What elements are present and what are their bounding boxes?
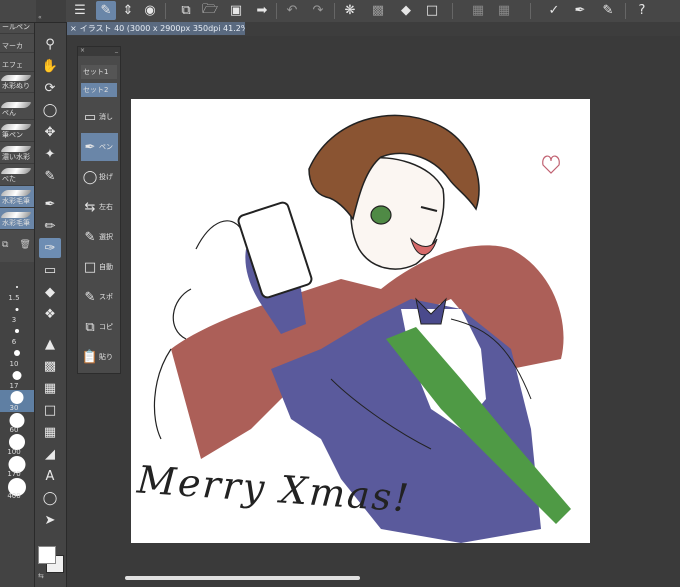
brush-item-selected[interactable]: 水彩毛筆: [0, 186, 34, 208]
eyedropper-icon[interactable]: ✎: [39, 166, 61, 186]
paste-icon: 📋: [81, 349, 99, 365]
frame-tool-icon[interactable]: ▦: [39, 422, 61, 442]
zoom-icon[interactable]: ⚲: [39, 34, 61, 54]
brush-item[interactable]: 水彩毛筆: [0, 208, 34, 230]
pen-tool-icon[interactable]: ✒: [39, 194, 61, 214]
size-item[interactable]: 1.5: [0, 280, 34, 302]
ruler-tool-icon[interactable]: ◢: [39, 444, 61, 464]
ruler-alt-icon[interactable]: ▦: [494, 1, 514, 20]
size-item[interactable]: 10: [0, 346, 34, 368]
tool-column: ⚲ ✋ ⟳ ◯ ✥ ✦ ✎ ✒ ✏ ✑ ▭ ◆ ❖ ▲ ▩ ▦ □ ▦ ◢ A …: [35, 22, 67, 587]
balloon-tool-icon[interactable]: ◯: [39, 488, 61, 508]
subtool-item[interactable]: ✎ スポ: [81, 283, 118, 311]
brush-size-panel: 1.5 3 6 10 17 30 60 100 170 400: [0, 262, 35, 587]
eraser-icon: ▭: [83, 109, 97, 125]
sub-tool-palette: × _ セット1 セット2 ▭ 消し ✒ ペン ◯ 投げ ⇆ 左右 ✎ 選択 □ 自動 ✎ ス…: [77, 46, 121, 374]
rectangle-tool-icon[interactable]: □: [39, 400, 61, 420]
size-item[interactable]: 170: [0, 456, 34, 478]
redo-icon[interactable]: ↷: [308, 1, 328, 20]
undo-icon[interactable]: ↶: [282, 1, 302, 20]
palette-header: × _: [78, 46, 120, 56]
lasso-select-icon[interactable]: ◯: [39, 100, 61, 120]
correct-line-icon[interactable]: ➤: [39, 510, 61, 530]
subtool-item[interactable]: □ 自動: [81, 253, 118, 281]
brush-item[interactable]: 筆ペン: [0, 120, 34, 142]
pattern-icon[interactable]: ▩: [39, 356, 61, 376]
size-item[interactable]: 60: [0, 412, 34, 434]
document-tab[interactable]: × イラスト 40 (3000 x 2900px 350dpi 41.2%): [67, 22, 245, 35]
brush-item[interactable]: エフェ: [0, 50, 34, 72]
brush-item[interactable]: ペん: [0, 98, 34, 120]
document-title: イラスト 40 (3000 x 2900px 350dpi 41.2%): [79, 24, 245, 33]
ruler-icon[interactable]: ▦: [468, 1, 488, 20]
transform-icon[interactable]: □: [422, 1, 442, 20]
size-item[interactable]: 3: [0, 302, 34, 324]
size-item-selected[interactable]: 30: [0, 390, 34, 412]
canvas-edit-icon[interactable]: ✎: [96, 1, 116, 20]
flip-icon: ⇆: [84, 199, 96, 215]
copy-brush-icon[interactable]: ⧉: [2, 240, 8, 250]
move-icon[interactable]: ✥: [39, 122, 61, 142]
eraser-settings-icon[interactable]: ✎: [598, 1, 618, 20]
collapse-icon[interactable]: «: [38, 14, 42, 21]
set-tab-selected[interactable]: セット2: [81, 83, 117, 97]
subtool-item[interactable]: ▭ 消し: [81, 103, 118, 131]
rotate-view-icon[interactable]: ⟳: [39, 78, 61, 98]
stabilizer-icon[interactable]: ✓: [544, 1, 564, 20]
delete-brush-icon[interactable]: 🗑: [19, 240, 30, 250]
select-pen-icon: ✎: [84, 229, 96, 245]
eyedropper-icon: ✎: [84, 289, 96, 305]
water-drop-icon[interactable]: ❖: [39, 304, 61, 324]
top-toolbar: ☰ ✎ ⇕ ◉ ⧉ 🗁 ▣ ➡ ↶ ↷ ❋ ▩ ◆ □ ▦ ▦ ✓ ✒ ✎ ? …: [0, 0, 680, 23]
drawing-canvas[interactable]: Merry Xmas!: [131, 99, 590, 543]
open-folder-icon[interactable]: 🗁: [200, 1, 220, 20]
brush-panel-actions: ⧉ 🗑: [2, 240, 31, 250]
size-item[interactable]: 100: [0, 434, 34, 456]
new-file-icon[interactable]: ⧉: [176, 1, 196, 20]
text-tool-icon[interactable]: A: [39, 466, 61, 486]
home-indicator: [125, 576, 360, 580]
close-palette-icon[interactable]: ×: [80, 47, 85, 54]
pencil-tool-icon[interactable]: ✏: [39, 216, 61, 236]
foreground-color-swatch[interactable]: [38, 546, 56, 564]
brush-item[interactable]: 濃い水彩: [0, 142, 34, 164]
hand-icon[interactable]: ✋: [39, 56, 61, 76]
brush-item[interactable]: 水彩ぬり: [0, 71, 34, 93]
snap-icon[interactable]: ▩: [368, 1, 388, 20]
pen-icon: ✒: [84, 139, 96, 155]
eraser-tool-icon[interactable]: ▭: [39, 260, 61, 280]
gradient-tool-icon[interactable]: ▦: [39, 378, 61, 398]
brush-tool-icon[interactable]: ✑: [39, 238, 61, 258]
export-icon[interactable]: ➡: [252, 1, 272, 20]
chevrons-icon[interactable]: ⇕: [118, 1, 138, 20]
brush-item[interactable]: べた: [0, 164, 34, 186]
subtool-item-selected[interactable]: ✒ ペン: [81, 133, 118, 161]
help-icon[interactable]: ?: [632, 1, 652, 20]
menu-icon[interactable]: ☰: [70, 1, 90, 20]
copy-icon: ⧉: [85, 319, 95, 335]
subtool-item[interactable]: ◯ 投げ: [81, 163, 118, 191]
size-item[interactable]: 17: [0, 368, 34, 390]
save-icon[interactable]: ▣: [226, 1, 246, 20]
lasso-icon: ◯: [82, 169, 98, 185]
subtool-item[interactable]: ⇆ 左右: [81, 193, 118, 221]
subtool-item[interactable]: ✎ 選択: [81, 223, 118, 251]
magic-wand-icon[interactable]: ✦: [39, 144, 61, 164]
minimize-palette-icon[interactable]: _: [115, 46, 118, 53]
swap-colors-icon[interactable]: ⇆: [38, 572, 44, 580]
blend-tool-icon[interactable]: ◆: [39, 282, 61, 302]
subtool-item[interactable]: ⧉ コピ: [81, 313, 118, 341]
loading-icon[interactable]: ❋: [340, 1, 360, 20]
auto-select-icon: □: [83, 259, 97, 275]
brush-preset-panel: ールペン マーカ エフェ 水彩ぬり ペん 筆ペン 濃い水彩 べた 水彩毛筆 水彩…: [0, 0, 35, 262]
subtool-item[interactable]: 📋 貼り: [81, 343, 118, 371]
size-item[interactable]: 400: [0, 478, 34, 500]
fill-icon[interactable]: ◆: [396, 1, 416, 20]
close-tab-icon[interactable]: ×: [70, 24, 77, 33]
fill-tool-icon[interactable]: ▲: [39, 334, 61, 354]
quick-access-icon[interactable]: ◉: [140, 1, 160, 20]
pen-settings-icon[interactable]: ✒: [570, 1, 590, 20]
size-item[interactable]: 6: [0, 324, 34, 346]
set-tab[interactable]: セット1: [81, 65, 117, 79]
